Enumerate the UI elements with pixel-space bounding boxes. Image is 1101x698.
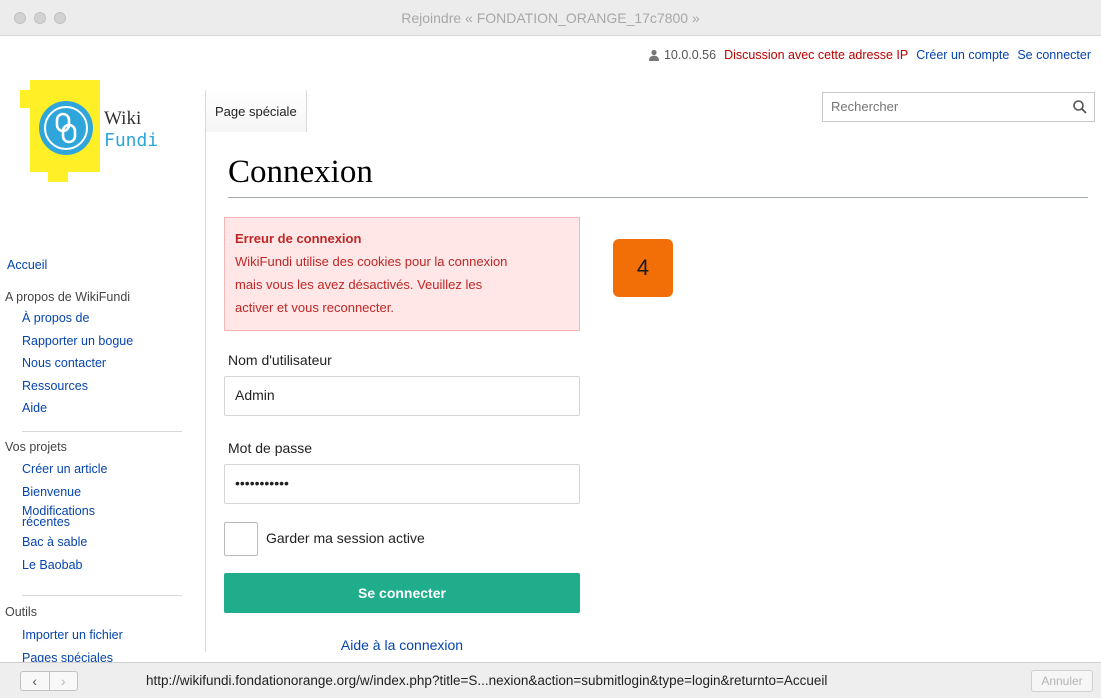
window-title: Rejoindre « FONDATION_ORANGE_17c7800 » <box>401 10 700 26</box>
password-input[interactable] <box>235 475 565 491</box>
create-account-link[interactable]: Créer un compte <box>916 48 1009 62</box>
history-nav: ‹ › <box>20 671 78 691</box>
main-content: Connexion Erreur de connexion WikiFundi … <box>205 132 1095 653</box>
sidebar-item-upload-file[interactable]: Importer un fichier <box>22 624 123 647</box>
title-bar: Rejoindre « FONDATION_ORANGE_17c7800 » <box>0 0 1101 36</box>
status-url: http://wikifundi.fondationorange.org/w/i… <box>146 673 828 688</box>
sidebar-item-contact[interactable]: Nous contacter <box>22 352 133 375</box>
portal-divider <box>22 431 182 432</box>
back-button[interactable]: ‹ <box>21 672 49 690</box>
wikifundi-logo-icon: Wiki Fundi <box>20 80 158 182</box>
password-label: Mot de passe <box>228 440 313 456</box>
ip-address: 10.0.0.56 <box>663 48 717 62</box>
sidebar-item-baobab[interactable]: Le Baobab <box>22 554 122 577</box>
login-submit-button[interactable]: Se connecter <box>224 573 580 613</box>
username-input[interactable] <box>235 387 565 403</box>
login-help-link[interactable]: Aide à la connexion <box>224 637 580 653</box>
portal-heading-projects: Vos projets <box>5 440 67 454</box>
browser-window: Rejoindre « FONDATION_ORANGE_17c7800 » 1… <box>0 0 1101 698</box>
cancel-button[interactable]: Annuler <box>1031 670 1093 692</box>
login-error-box: Erreur de connexion WikiFundi utilise de… <box>224 217 580 331</box>
logo-wiki-text: Wiki <box>104 108 141 129</box>
remember-me-label[interactable]: Garder ma session active <box>266 530 425 546</box>
sidebar-item-about[interactable]: À propos de <box>22 307 133 330</box>
sidebar-item-home[interactable]: Accueil <box>7 258 47 272</box>
sidebar-item-create-article[interactable]: Créer un article <box>22 458 122 481</box>
sidebar-item-report-bug[interactable]: Rapporter un bogue <box>22 330 133 353</box>
personal-tools: 10.0.0.56 Discussion avec cette adresse … <box>648 48 1091 62</box>
portal-heading-tools: Outils <box>5 605 37 619</box>
portal-list-projects: Créer un article Bienvenue Modifications… <box>22 458 122 576</box>
password-field[interactable] <box>224 464 580 504</box>
anon-user: 10.0.0.56 <box>648 48 716 62</box>
remember-me-checkbox[interactable] <box>224 522 258 556</box>
username-field[interactable] <box>224 376 580 416</box>
error-line: mais vous les avez désactivés. Veuillez … <box>235 277 483 292</box>
sidebar-item-help[interactable]: Aide <box>22 397 133 420</box>
logo-fundi-text: Fundi <box>104 130 158 151</box>
portal-divider <box>22 595 182 596</box>
portal-list-about: À propos de Rapporter un bogue Nous cont… <box>22 307 133 420</box>
error-line: WikiFundi utilise des cookies pour la co… <box>235 254 508 269</box>
site-logo[interactable]: Wiki Fundi <box>20 80 180 190</box>
page-title: Connexion <box>228 154 1088 198</box>
sidebar-item-sandbox[interactable]: Bac à sable <box>22 531 122 554</box>
sidebar-item-resources[interactable]: Ressources <box>22 375 133 398</box>
portal-heading-about: A propos de WikiFundi <box>5 290 131 304</box>
status-bar: ‹ › http://wikifundi.fondationorange.org… <box>0 662 1101 698</box>
user-icon <box>648 49 659 61</box>
search-input[interactable] <box>831 99 1061 114</box>
ip-discussion-link[interactable]: Discussion avec cette adresse IP <box>724 48 908 62</box>
step-number-badge: 4 <box>613 239 673 297</box>
tab-bar: Page spéciale <box>205 90 1095 132</box>
error-line: activer et vous reconnecter. <box>235 300 394 315</box>
sidebar-item-recent-changes[interactable]: Modifications récentes <box>22 503 122 531</box>
sidebar-item-welcome[interactable]: Bienvenue <box>22 481 122 504</box>
login-link[interactable]: Se connecter <box>1017 48 1091 62</box>
error-title: Erreur de connexion <box>235 231 362 246</box>
username-label: Nom d'utilisateur <box>228 352 332 368</box>
forward-button[interactable]: › <box>48 672 78 690</box>
tab-special-page[interactable]: Page spéciale <box>205 90 307 132</box>
search-box[interactable] <box>822 92 1095 122</box>
search-icon[interactable] <box>1072 99 1088 115</box>
